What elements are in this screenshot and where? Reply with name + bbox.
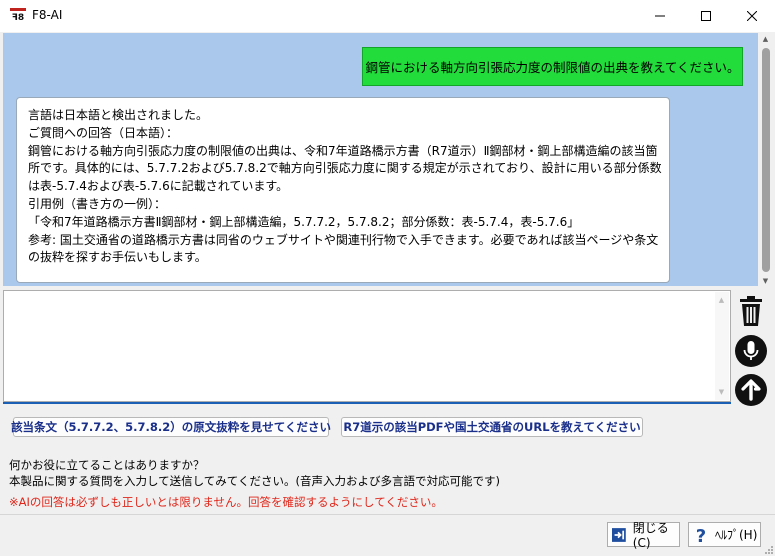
scroll-down-arrow-icon[interactable]: ▼ [715,386,728,398]
scroll-up-arrow-icon[interactable]: ▲ [759,33,772,45]
help-button[interactable]: ? ﾍﾙﾌﾟ(H) [688,522,761,547]
svg-text:ꟻ8: ꟻ8 [12,13,24,22]
trash-icon [740,296,762,326]
user-message-bubble: 鋼管における軸方向引張応力度の制限値の出典を教えてください。 [362,47,743,86]
minimize-icon [655,15,665,17]
ai-response-line: ご質問への回答（日本語）： [28,125,179,140]
close-window-button[interactable] [729,0,775,32]
scroll-up-arrow-icon[interactable]: ▲ [715,294,728,306]
scroll-down-arrow-icon[interactable]: ▼ [759,275,772,287]
ai-response-line: の抜粋を探すお手伝いもします。 [28,250,207,265]
voice-input-button[interactable] [735,335,767,367]
minimize-button[interactable] [637,0,683,32]
window-title: F8-AI [32,8,63,22]
scroll-thumb[interactable] [762,48,770,272]
message-input[interactable] [4,291,714,401]
input-focus-underline [3,402,731,404]
user-message-text: 鋼管における軸方向引張応力度の制限値の出典を教えてください。 [365,60,740,75]
close-dialog-label: 閉じる(C) [632,521,669,550]
f8-logo-icon: ꟻ8 [10,8,26,22]
help-label: ﾍﾙﾌﾟ(H) [715,528,758,542]
send-button[interactable] [735,374,767,406]
exit-door-icon [612,527,626,542]
ai-response-line: 鋼管における軸方向引張応力度の制限値の出典は、令和7年道路橋示方書（R7道示）Ⅱ… [28,143,658,158]
usage-hint-text: 本製品に関する質問を入力して送信してみてください。(音声入力および多言語で対応可… [9,474,500,488]
ai-disclaimer-text: ※AIの回答は必ずしも正しいとは限りません。回答を確認するようにしてください。 [9,495,443,509]
ai-response-line: 所です。具体的には、5.7.7.2および5.7.8.2で軸方向引張応力度に関する… [28,161,662,176]
help-prompt-text: 何かお役に立てることはありますか？ [9,458,205,472]
clear-chat-button[interactable] [735,295,767,327]
send-arrow-up-icon [735,374,767,406]
suggestion-button-2[interactable]: R7道示の該当PDFや国土交通省のURLを教えてください [341,417,643,437]
title-bar: ꟻ8 F8-AI [0,0,775,32]
ai-response-line: 言語は日本語と検出されました。 [28,108,209,122]
suggestion-button-1[interactable]: 該当条文（5.7.7.2、5.7.8.2）の原文抜粋を見せてください [11,417,331,437]
close-icon [747,11,757,21]
ai-response-line: 「令和7年道路橋示方書Ⅱ鋼部材・鋼上部構造編，5.7.7.2，5.7.8.2；部… [28,214,580,229]
svg-text:?: ? [696,526,706,544]
maximize-button[interactable] [683,0,729,32]
footer-divider [0,514,775,515]
microphone-icon [735,335,767,367]
chat-scrollbar[interactable]: ▲ ▼ [759,33,772,287]
resize-grip-icon[interactable] [764,545,774,555]
chat-history[interactable]: 鋼管における軸方向引張応力度の制限値の出典を教えてください。 言語は日本語と検出… [3,33,758,286]
ai-response-bubble: 言語は日本語と検出されました。 ご質問への回答（日本語）： 鋼管における軸方向引… [16,97,670,283]
maximize-icon [701,11,711,21]
ai-response-line: 引用例（書き方の一例）： [28,196,167,211]
ai-response-line: は表-5.7.4および表-5.7.6に記載されています。 [28,179,289,194]
message-input-container: ▲ ▼ [3,290,731,402]
ai-response-line: 参考: 国土交通省の道路橋示方書は同省のウェブサイトや関連刊行物で入手できます。… [28,232,659,247]
help-question-icon: ? [696,526,706,544]
input-scrollbar[interactable]: ▲ ▼ [715,292,729,400]
close-dialog-button[interactable]: 閉じる(C) [607,521,680,550]
